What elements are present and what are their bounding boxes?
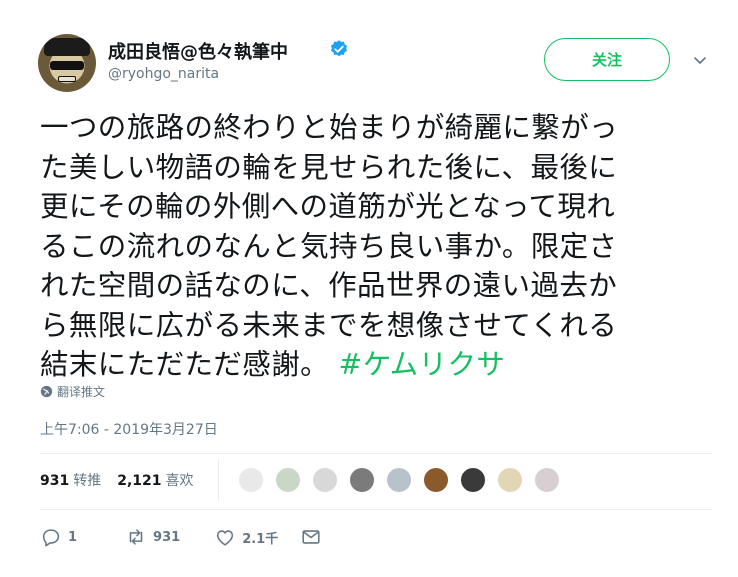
envelope-icon <box>302 530 320 544</box>
liker-avatar[interactable] <box>496 466 524 494</box>
like-stat-count: 2,121 <box>117 473 162 489</box>
avatar-hair <box>44 38 90 56</box>
tweet-text-last-line: 結末にただただ感謝。 #ケムリクサ <box>40 345 720 385</box>
retweet-count: 931 <box>153 529 181 545</box>
liker-avatar[interactable] <box>274 466 302 494</box>
liker-avatar[interactable] <box>237 466 265 494</box>
translate-label: 翻译推文 <box>57 385 106 399</box>
timestamp[interactable]: 上午7:06 - 2019年3月27日 <box>40 419 218 439</box>
tweet-text-line: 結末にただただ感謝。 <box>40 348 339 381</box>
liker-avatar[interactable] <box>422 466 450 494</box>
tweet-card: 成田良悟@色々執筆中 @ryohgo_narita 关注 一つの旅路の終わりと始… <box>0 0 738 577</box>
globe-icon <box>40 385 53 398</box>
reply-button[interactable]: 1 <box>40 526 77 548</box>
retweet-stat[interactable]: 931 转推 <box>40 470 101 490</box>
like-stat[interactable]: 2,121 喜欢 <box>117 470 193 490</box>
chevron-down-icon[interactable] <box>692 52 708 68</box>
screen-name[interactable]: @ryohgo_narita <box>108 66 219 82</box>
hashtag-link[interactable]: #ケムリクサ <box>338 348 505 381</box>
tweet-text: 一つの旅路の終わりと始まりが綺麗に繋がっ た美しい物語の輪を見せられた後に、最後… <box>40 108 720 385</box>
tweet-actions: 1 931 2.1千 <box>40 526 322 548</box>
like-stat-label: 喜欢 <box>165 473 194 489</box>
reply-count: 1 <box>68 529 78 545</box>
heart-icon <box>217 530 234 546</box>
tweet-text-line: れた空間の話なのに、作品世界の遠い過去か <box>40 269 618 302</box>
tweet-text-line: ら無限に広がる未来までを想像させてくれる <box>40 308 618 342</box>
verified-badge-icon <box>330 40 348 57</box>
avatar-mouth <box>58 76 76 82</box>
stats-divider <box>218 460 219 500</box>
retweet-stat-label: 转推 <box>73 473 102 489</box>
avatar[interactable] <box>38 34 96 92</box>
liker-avatar[interactable] <box>459 466 487 494</box>
tweet-text-line: 一つの旅路の終わりと始まりが綺麗に繋がっ <box>40 111 619 144</box>
liker-avatar[interactable] <box>348 466 376 494</box>
direct-message-button[interactable] <box>300 526 322 548</box>
like-button[interactable]: 2.1千 <box>214 526 278 548</box>
liker-avatar[interactable] <box>311 466 339 494</box>
avatar-glasses <box>50 61 84 70</box>
tweet-text-line: るこの流れのなんと気持ち良い事か。限定さ <box>40 229 618 263</box>
tweet-text-line: た美しい物語の輪を見せられた後に、最後に <box>40 150 618 184</box>
like-count: 2.1千 <box>242 531 279 547</box>
retweet-icon <box>129 529 143 545</box>
tweet-text-line: 更にその輪の外側への道筋が光となって現れ <box>40 190 616 223</box>
liker-avatar[interactable] <box>533 466 561 494</box>
tweet-stats: 931 转推 2,121 喜欢 <box>40 470 194 490</box>
reply-icon <box>42 529 60 547</box>
retweet-button[interactable]: 931 <box>125 526 180 548</box>
liker-avatars <box>228 466 561 494</box>
divider <box>40 509 712 510</box>
divider <box>40 453 712 454</box>
translate-tweet-link[interactable]: 翻译推文 <box>40 383 105 400</box>
liker-avatar[interactable] <box>385 466 413 494</box>
retweet-stat-count: 931 <box>40 473 70 489</box>
display-name[interactable]: 成田良悟@色々執筆中 <box>108 38 288 64</box>
follow-button[interactable]: 关注 <box>544 38 670 81</box>
